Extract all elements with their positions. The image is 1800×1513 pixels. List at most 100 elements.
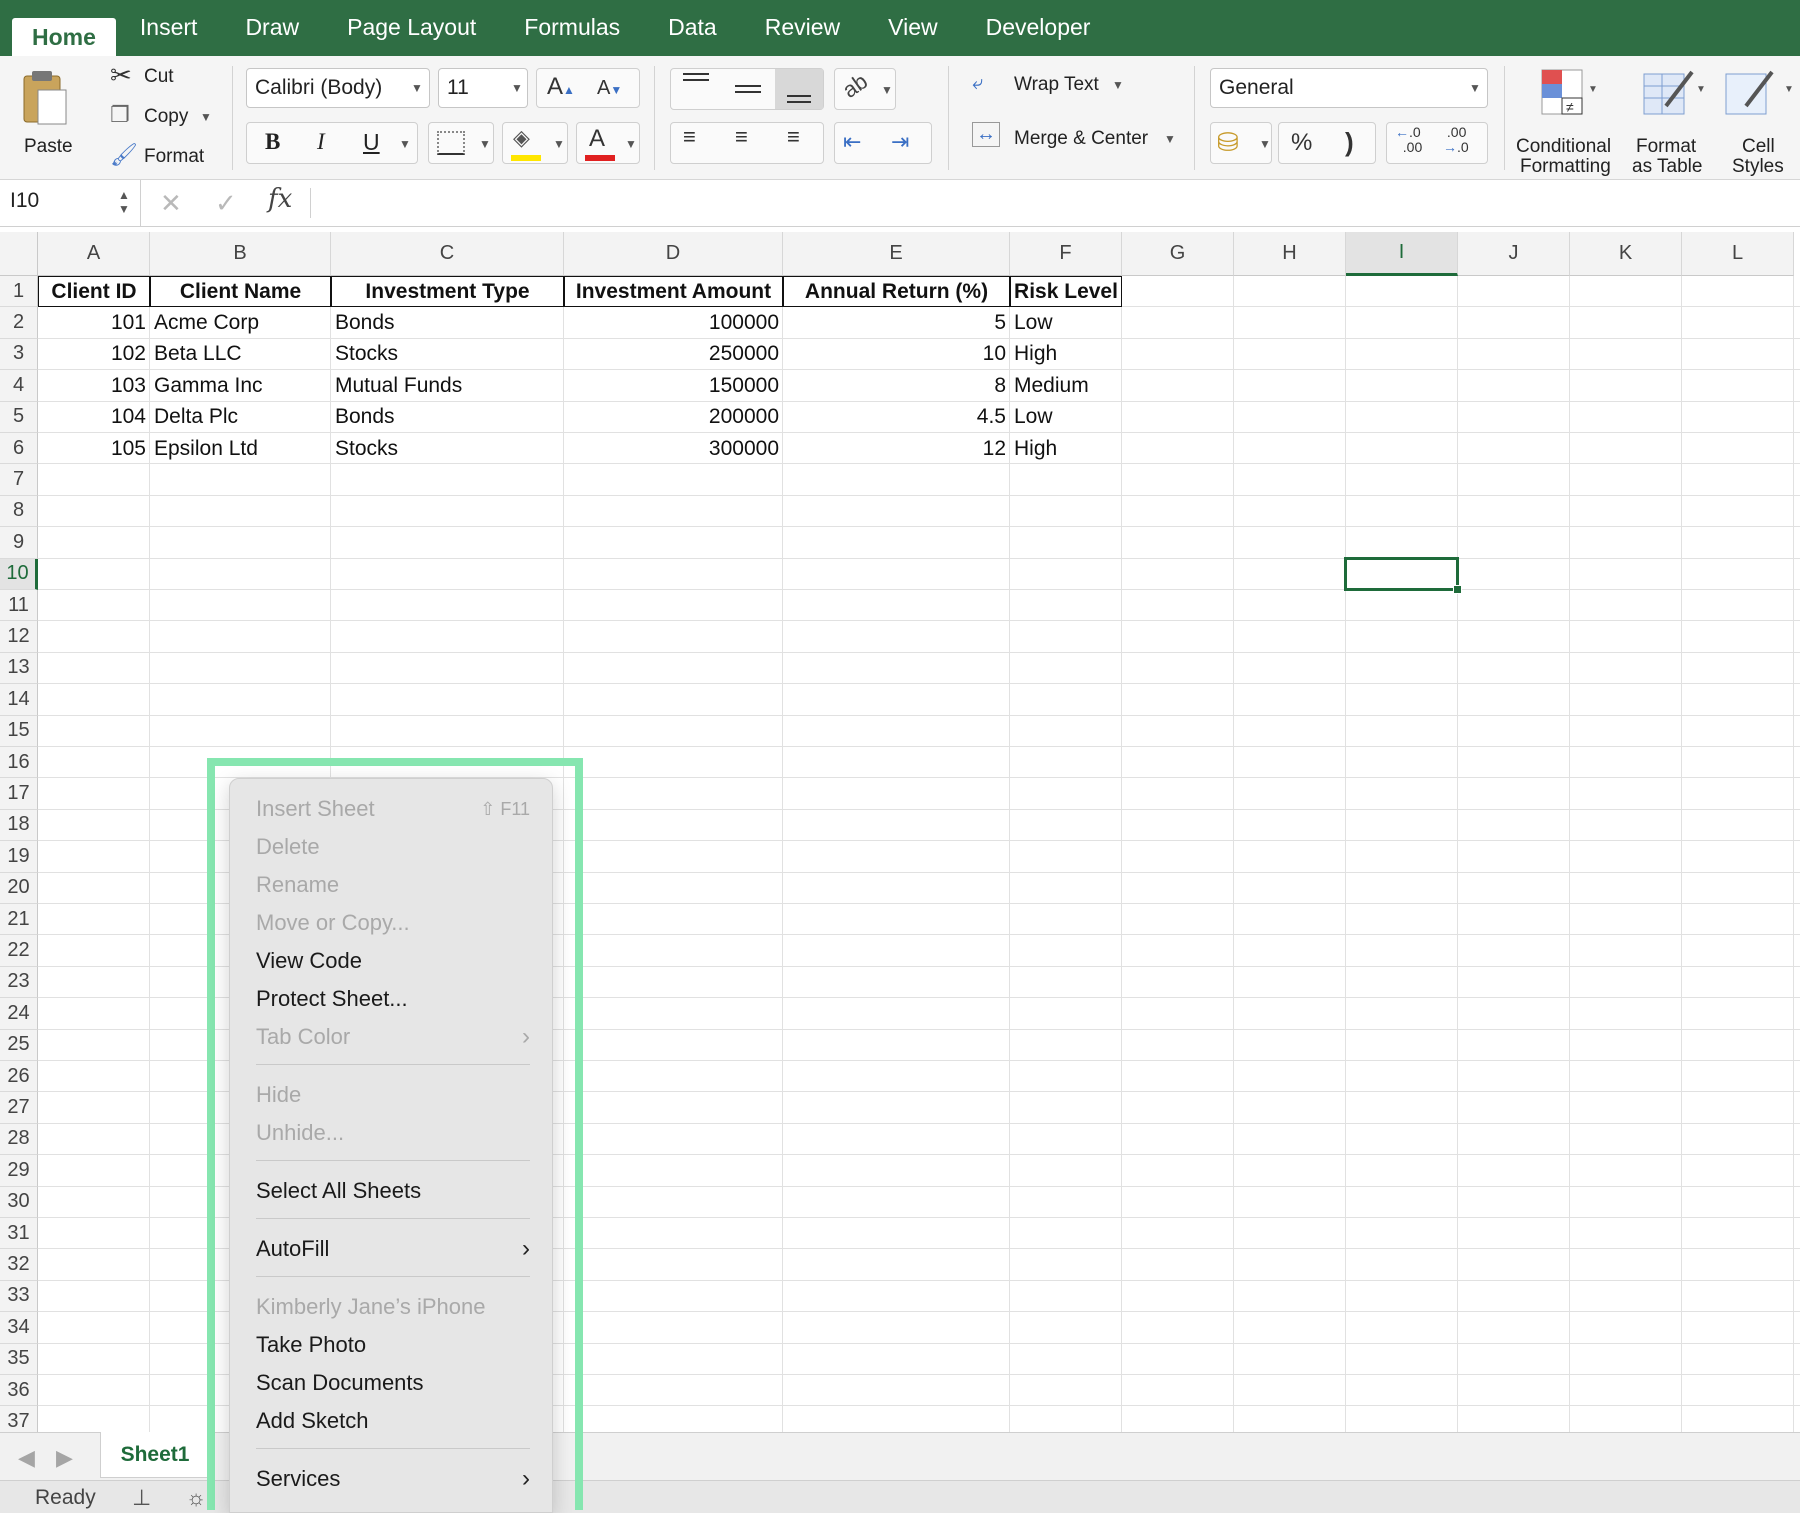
table-cell[interactable]: 100000 <box>564 307 783 338</box>
tab-formulas[interactable]: Formulas <box>500 8 644 47</box>
column-header-i[interactable]: I <box>1346 232 1458 276</box>
row-header-32[interactable]: 32 <box>0 1249 38 1281</box>
table-cell[interactable]: High <box>1010 433 1122 464</box>
chevron-left-icon[interactable]: ◀ <box>18 1445 35 1471</box>
row-header-35[interactable]: 35 <box>0 1343 38 1375</box>
table-cell[interactable]: 10 <box>783 339 1010 370</box>
row-header-1[interactable]: 1 <box>0 276 38 308</box>
row-header-8[interactable]: 8 <box>0 495 38 528</box>
fill-color-button[interactable]: ◈ ▼ <box>502 122 568 164</box>
select-all-corner[interactable] <box>0 232 38 276</box>
accessibility-icon[interactable]: ☼ <box>186 1485 206 1511</box>
align-middle-icon[interactable] <box>735 85 761 87</box>
cell-styles-button[interactable]: ▼ Cell Styles <box>1718 62 1800 177</box>
table-cell[interactable]: Epsilon Ltd <box>150 433 331 464</box>
table-cell[interactable]: Low <box>1010 402 1122 433</box>
underline-button[interactable]: U <box>363 129 380 156</box>
font-size-select[interactable]: 11 ▼ <box>438 68 528 108</box>
menu-item-kimberly-jane-s-iphone[interactable]: Kimberly Jane’s iPhone <box>256 1289 530 1325</box>
column-header-l[interactable]: L <box>1682 232 1794 276</box>
row-header-20[interactable]: 20 <box>0 872 38 904</box>
table-cell[interactable]: 104 <box>38 402 150 433</box>
menu-item-view-code[interactable]: View Code <box>256 943 530 979</box>
row-header-5[interactable]: 5 <box>0 401 38 433</box>
table-cell[interactable]: Low <box>1010 307 1122 338</box>
row-header-34[interactable]: 34 <box>0 1312 38 1344</box>
row-header-4[interactable]: 4 <box>0 370 38 402</box>
table-cell[interactable]: 250000 <box>564 339 783 370</box>
row-header-24[interactable]: 24 <box>0 998 38 1030</box>
insert-function-icon[interactable]: fx <box>268 184 292 214</box>
row-header-27[interactable]: 27 <box>0 1092 38 1124</box>
row-header-25[interactable]: 25 <box>0 1029 38 1061</box>
table-header-cell[interactable]: Risk Level <box>1010 276 1122 308</box>
table-cell[interactable]: Beta LLC <box>150 339 331 370</box>
row-header-30[interactable]: 30 <box>0 1186 38 1218</box>
merge-center-button[interactable]: ↔ Merge & Center ▼ <box>972 122 1182 156</box>
font-name-select[interactable]: Calibri (Body) ▼ <box>246 68 430 108</box>
table-cell[interactable]: Bonds <box>331 307 564 338</box>
column-header-d[interactable]: D <box>564 232 783 276</box>
paste-button[interactable]: ▾ Paste <box>10 62 90 162</box>
table-cell[interactable]: 101 <box>38 307 150 338</box>
menu-item-rename[interactable]: Rename <box>256 867 530 903</box>
row-header-18[interactable]: 18 <box>0 809 38 842</box>
menu-item-select-all-sheets[interactable]: Select All Sheets <box>256 1173 530 1209</box>
increase-font-size-icon[interactable]: A▲ <box>547 73 575 101</box>
menu-item-take-photo[interactable]: Take Photo <box>256 1327 530 1363</box>
menu-item-insert-sheet[interactable]: Insert Sheet ⇧ F11 <box>256 791 530 827</box>
table-cell[interactable]: High <box>1010 339 1122 370</box>
number-format-select[interactable]: General ▼ <box>1210 68 1488 108</box>
table-cell[interactable]: 5 <box>783 307 1010 338</box>
enter-icon[interactable]: ✓ <box>215 188 237 218</box>
column-header-e[interactable]: E <box>783 232 1010 276</box>
comma-button[interactable]: ) <box>1345 127 1354 158</box>
font-color-button[interactable]: A ▼ <box>576 122 640 164</box>
chevron-down-icon[interactable]: ▼ <box>200 110 212 124</box>
orientation-button[interactable]: ab ▼ <box>834 68 896 110</box>
align-top-icon[interactable] <box>683 73 709 75</box>
row-header-7[interactable]: 7 <box>0 464 38 496</box>
table-cell[interactable]: 8 <box>783 370 1010 401</box>
column-header-c[interactable]: C <box>331 232 564 276</box>
tab-data[interactable]: Data <box>644 8 741 47</box>
selected-cell[interactable] <box>1344 556 1459 591</box>
copy-button[interactable]: ❐ Copy ▼ <box>110 102 220 132</box>
table-cell[interactable]: 105 <box>38 433 150 464</box>
chevron-right-icon[interactable]: ▶ <box>56 1445 73 1471</box>
row-header-14[interactable]: 14 <box>0 684 38 716</box>
column-header-f[interactable]: F <box>1010 232 1122 276</box>
tab-draw[interactable]: Draw <box>221 8 323 47</box>
currency-button[interactable]: ⛁ ▼ <box>1210 122 1272 164</box>
cancel-icon[interactable]: ✕ <box>160 188 182 218</box>
sheet-tab-sheet1[interactable]: Sheet1 <box>100 1432 210 1478</box>
decrease-decimal-icon[interactable]: .00 →.0 <box>1443 125 1469 155</box>
table-cell[interactable]: 102 <box>38 339 150 370</box>
table-cell[interactable]: 103 <box>38 370 150 401</box>
tab-view[interactable]: View <box>864 8 961 47</box>
borders-button[interactable]: ▼ <box>428 122 494 164</box>
decrease-indent-icon[interactable]: ⇤ <box>843 129 861 155</box>
row-header-21[interactable]: 21 <box>0 904 38 936</box>
table-header-cell[interactable]: Investment Amount <box>564 276 783 308</box>
table-cell[interactable]: Gamma Inc <box>150 370 331 401</box>
page-layout-icon[interactable]: ⊥ <box>132 1485 151 1511</box>
decrease-font-size-icon[interactable]: A▼ <box>597 77 622 100</box>
table-cell[interactable]: Stocks <box>331 433 564 464</box>
row-header-22[interactable]: 22 <box>0 935 38 967</box>
percent-button[interactable]: % <box>1291 129 1312 157</box>
table-cell[interactable]: Delta Plc <box>150 402 331 433</box>
menu-item-add-sketch[interactable]: Add Sketch <box>256 1403 530 1439</box>
tab-home[interactable]: Home <box>12 18 116 56</box>
column-header-b[interactable]: B <box>150 232 331 276</box>
table-cell[interactable]: 150000 <box>564 370 783 401</box>
table-header-cell[interactable]: Annual Return (%) <box>783 276 1010 308</box>
conditional-formatting-button[interactable]: ≠ ▼ Conditional Formatting <box>1516 62 1624 177</box>
table-header-cell[interactable]: Client Name <box>150 276 331 308</box>
cut-button[interactable]: ✂ Cut <box>110 60 200 92</box>
tab-page-layout[interactable]: Page Layout <box>323 8 500 47</box>
table-cell[interactable]: 300000 <box>564 433 783 464</box>
table-cell[interactable]: Acme Corp <box>150 307 331 338</box>
menu-item-move-or-copy[interactable]: Move or Copy... <box>256 905 530 941</box>
row-header-33[interactable]: 33 <box>0 1280 38 1313</box>
